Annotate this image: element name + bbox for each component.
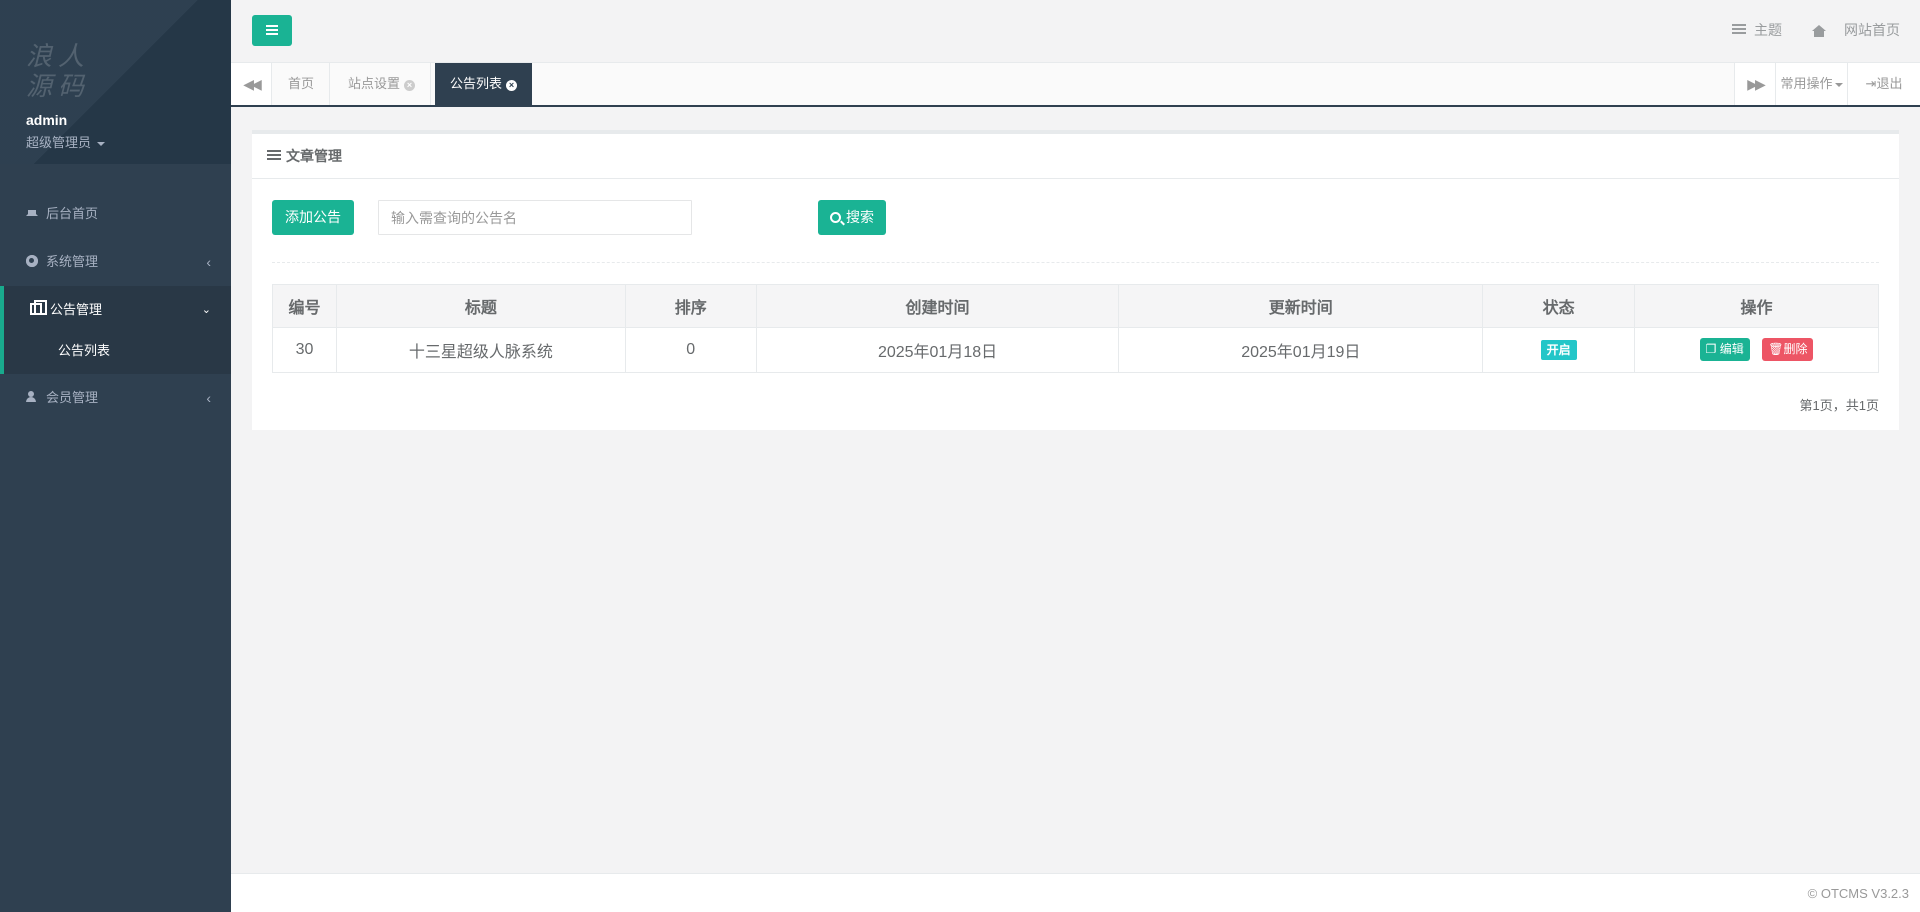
gear-icon	[26, 255, 38, 267]
sidebar-item-system[interactable]: 系统管理 ‹	[0, 238, 231, 286]
cell-sort: 0	[624, 327, 757, 373]
footer: © OTCMS V3.2.3	[231, 873, 1920, 912]
page-tabs: ◀◀ 首页 站点设置 × 公告列表 × ▶▶ 常用操作 ⇥退出	[231, 63, 1920, 107]
sidebar: 浪人源码 admin 超级管理员 后台首页 系统管理 ‹ 公告管理 ⌄ 公告列表…	[0, 0, 231, 912]
home-icon	[1812, 25, 1826, 37]
status-badge: 开启	[1540, 340, 1577, 360]
close-icon[interactable]: ×	[506, 80, 518, 91]
tabs-scroll-left-button[interactable]: ◀◀	[231, 63, 272, 105]
logout-label: 退出	[1876, 76, 1903, 91]
caret-down-icon	[97, 141, 106, 146]
table-row: 30 十三星超级人脉系统 0 2025年01月18日 2025年01月19日 开…	[272, 327, 1879, 373]
panel-title: 文章管理	[252, 134, 1899, 179]
column-header-created: 创建时间	[755, 284, 1120, 328]
logout-button[interactable]: ⇥退出	[1847, 63, 1920, 105]
hamburger-icon	[266, 33, 278, 35]
column-header-updated: 更新时间	[1118, 284, 1484, 328]
site-home-link[interactable]: 网站首页	[1812, 20, 1900, 40]
sidebar-item-label: 公告管理	[50, 302, 103, 317]
sidebar-group-announcements: 公告管理 ⌄ 公告列表	[0, 286, 231, 374]
search-label: 搜索	[846, 209, 874, 225]
chevron-down-icon: ⌄	[201, 304, 211, 316]
column-header-actions: 操作	[1634, 284, 1879, 328]
sidebar-nav: 后台首页 系统管理 ‹ 公告管理 ⌄ 公告列表 会员管理 ‹	[0, 190, 231, 422]
chevron-left-icon: ‹	[206, 390, 211, 406]
tab-home[interactable]: 首页	[273, 63, 331, 105]
sidebar-subitem-announcement-list[interactable]: 公告列表	[4, 334, 231, 374]
column-header-status: 状态	[1482, 284, 1636, 328]
role-dropdown[interactable]: 超级管理员	[26, 132, 231, 151]
hamburger-icon	[266, 29, 278, 31]
sidebar-item-dashboard[interactable]: 后台首页	[0, 190, 231, 238]
logo: 浪人源码	[26, 42, 91, 102]
column-header-id: 编号	[272, 284, 337, 328]
copy-icon	[30, 300, 47, 315]
copy-icon: ❐	[1705, 342, 1720, 356]
tab-label: 站点设置	[348, 76, 401, 91]
sidebar-item-label: 系统管理	[46, 254, 99, 269]
home-icon	[26, 204, 38, 216]
trash-icon: 🗑	[1768, 342, 1784, 356]
site-home-label: 网站首页	[1844, 22, 1900, 38]
tab-label: 首页	[288, 76, 315, 91]
tab-label: 公告列表	[450, 76, 503, 91]
search-button[interactable]: 搜索	[818, 200, 886, 235]
edit-label: 编辑	[1719, 342, 1744, 356]
delete-label: 删除	[1783, 342, 1808, 356]
sidebar-item-members[interactable]: 会员管理 ‹	[0, 374, 231, 422]
sidebar-item-announcements[interactable]: 公告管理 ⌄	[4, 286, 231, 334]
cell-title: 十三星超级人脉系统	[335, 327, 626, 373]
close-icon[interactable]: ×	[404, 80, 416, 91]
theme-label: 主题	[1754, 22, 1782, 38]
cell-status: 开启	[1482, 327, 1636, 373]
copyright-text: © OTCMS V3.2.3	[1807, 886, 1909, 901]
cell-actions: ❐ 编辑 🗑删除	[1634, 327, 1879, 373]
role-label: 超级管理员	[26, 135, 92, 150]
username: admin	[26, 112, 68, 128]
edit-button[interactable]: ❐ 编辑	[1699, 338, 1750, 361]
column-header-sort: 排序	[624, 284, 757, 328]
search-icon	[830, 212, 841, 223]
caret-down-icon	[1834, 82, 1843, 87]
delete-button[interactable]: 🗑删除	[1762, 338, 1814, 361]
top-navbar: 主题 网站首页	[231, 0, 1920, 63]
sidebar-item-label: 会员管理	[46, 390, 99, 405]
double-chevron-left-icon: ◀◀	[243, 76, 261, 92]
search-input[interactable]	[378, 200, 692, 235]
divider	[272, 262, 1879, 263]
cell-created: 2025年01月18日	[755, 327, 1120, 373]
profile-panel: 浪人源码 admin 超级管理员	[0, 0, 231, 164]
menu-toggle-button[interactable]	[252, 15, 292, 46]
double-chevron-right-icon: ▶▶	[1747, 76, 1765, 92]
theme-link[interactable]: 主题	[1732, 20, 1782, 40]
sidebar-item-label: 后台首页	[46, 206, 99, 221]
add-announcement-label: 添加公告	[285, 209, 341, 225]
panel-title-text: 文章管理	[286, 148, 342, 164]
chevron-left-icon: ‹	[206, 254, 211, 270]
tab-site-settings[interactable]: 站点设置 ×	[333, 63, 432, 105]
sidebar-subitem-label: 公告列表	[58, 343, 111, 358]
announcement-table: 编号 标题 排序 创建时间 更新时间 状态 操作 30 十三星超级人脉系统 0 …	[272, 284, 1879, 373]
hamburger-icon	[266, 25, 278, 27]
common-operations-label: 常用操作	[1780, 76, 1833, 91]
column-header-title: 标题	[335, 284, 626, 328]
list-icon	[267, 150, 281, 162]
sign-out-icon: ⇥	[1865, 76, 1877, 91]
cell-id: 30	[272, 327, 337, 373]
announcement-panel: 文章管理 添加公告 搜索 编号 标题 排序 创建时间 更新时间 状态 操作 30…	[252, 130, 1899, 430]
tabs-scroll-right-button[interactable]: ▶▶	[1734, 63, 1775, 105]
tab-announcement-list[interactable]: 公告列表 ×	[435, 63, 533, 105]
common-operations-dropdown[interactable]: 常用操作	[1775, 63, 1847, 105]
add-announcement-button[interactable]: 添加公告	[272, 200, 354, 235]
pagination-info: 第1页，共1页	[1799, 398, 1879, 413]
table-header-row: 编号 标题 排序 创建时间 更新时间 状态 操作	[272, 284, 1879, 328]
user-icon	[26, 391, 38, 403]
cell-updated: 2025年01月19日	[1118, 327, 1484, 373]
list-icon	[1732, 24, 1746, 36]
